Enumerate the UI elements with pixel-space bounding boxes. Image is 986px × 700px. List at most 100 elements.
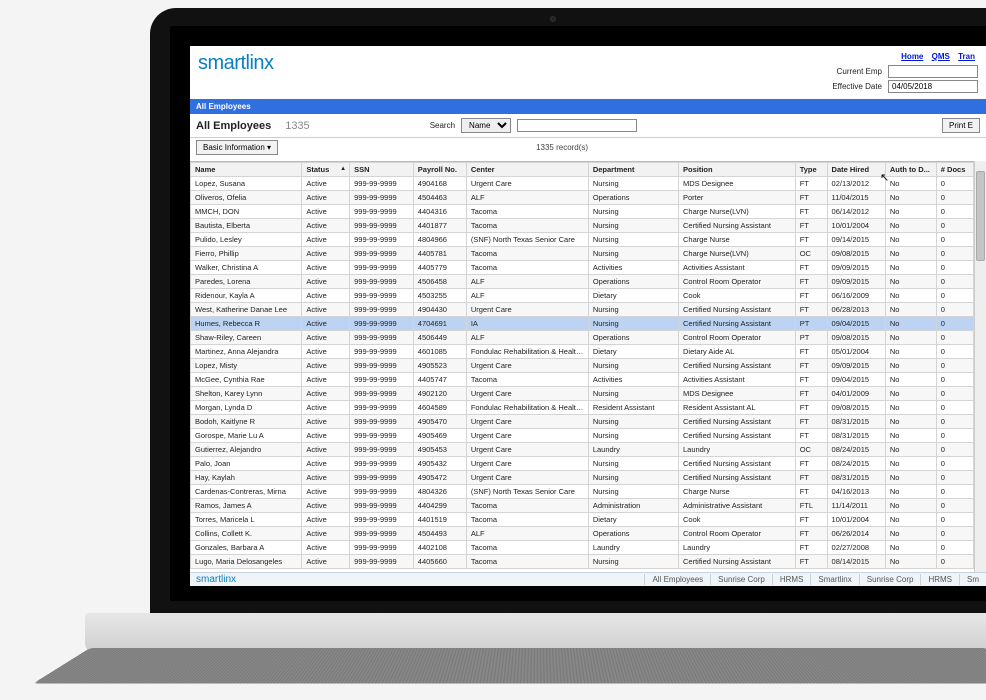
table-row[interactable]: Fierro, PhillipActive999-99-99994405781T… [191, 247, 974, 261]
col-header[interactable]: Payroll No. [413, 163, 466, 177]
scrollbar-thumb[interactable] [976, 171, 985, 261]
table-row[interactable]: Cardenas-Contreras, MirnaActive999-99-99… [191, 485, 974, 499]
cell-status: Active [302, 359, 350, 373]
crumb-item[interactable]: Sunrise Corp [710, 574, 772, 585]
table-row[interactable]: Oliveros, OfeliaActive999-99-99994504463… [191, 191, 974, 205]
basic-info-dropdown[interactable]: Basic Information ▾ [196, 140, 278, 155]
table-row[interactable]: McGee, Cynthia RaeActive999-99-999944057… [191, 373, 974, 387]
table-row[interactable]: Ramos, James AActive999-99-99994404299Ta… [191, 499, 974, 513]
cell-department: Laundry [588, 541, 678, 555]
vertical-scrollbar[interactable] [974, 161, 986, 572]
cell-center: Tacoma [466, 219, 588, 233]
cell-name: Pulido, Lesley [191, 233, 302, 247]
cell-status: Active [302, 485, 350, 499]
cell-department: Nursing [588, 415, 678, 429]
cell-hired: 06/16/2009 [827, 289, 885, 303]
cell-hired: 06/14/2012 [827, 205, 885, 219]
cell-type: FTL [795, 499, 827, 513]
nav-link-home[interactable]: Home [901, 52, 923, 61]
col-header[interactable]: Date Hired [827, 163, 885, 177]
col-header[interactable]: Name [191, 163, 302, 177]
table-row[interactable]: Hay, KaylahActive999-99-99994905472Urgen… [191, 471, 974, 485]
cell-name: Lopez, Susana [191, 177, 302, 191]
crumb-item[interactable]: HRMS [920, 574, 959, 585]
col-header[interactable]: # Docs [936, 163, 973, 177]
crumb-item[interactable]: Sm [959, 574, 986, 585]
cell-hired: 10/01/2004 [827, 219, 885, 233]
cell-position: MDS Designee [679, 177, 796, 191]
cell-type: FT [795, 513, 827, 527]
cell-position: Resident Assistant AL [679, 401, 796, 415]
print-button[interactable]: Print E [942, 118, 980, 133]
cell-hired: 09/09/2015 [827, 275, 885, 289]
table-row[interactable]: Lopez, SusanaActive999-99-99994904168Urg… [191, 177, 974, 191]
col-header[interactable]: Status▲ [302, 163, 350, 177]
cell-position: Certified Nursing Assistant [679, 471, 796, 485]
col-header[interactable]: Department [588, 163, 678, 177]
crumb-item[interactable]: Sunrise Corp [859, 574, 921, 585]
table-row[interactable]: Torres, Maricela LActive999-99-999944015… [191, 513, 974, 527]
cell-auth: No [885, 387, 936, 401]
table-row[interactable]: Collins, Collett K.Active999-99-99994504… [191, 527, 974, 541]
effective-date-input[interactable] [888, 80, 978, 93]
col-header[interactable]: Position [679, 163, 796, 177]
cell-hired: 02/13/2012 [827, 177, 885, 191]
search-type-select[interactable]: Name [461, 118, 511, 133]
table-row[interactable]: Lugo, Maria DelosangelesActive999-99-999… [191, 555, 974, 569]
table-row[interactable]: MMCH, DONActive999-99-99994404316TacomaN… [191, 205, 974, 219]
cell-center: Tacoma [466, 555, 588, 569]
nav-link-qms[interactable]: QMS [932, 52, 950, 61]
col-header[interactable]: Auth to D... [885, 163, 936, 177]
table-row[interactable]: Gonzales, Barbara AActive999-99-99994402… [191, 541, 974, 555]
cell-auth: No [885, 177, 936, 191]
cell-hired: 10/01/2004 [827, 513, 885, 527]
cell-name: Fierro, Phillip [191, 247, 302, 261]
table-row[interactable]: Walker, Christina AActive999-99-99994405… [191, 261, 974, 275]
cell-position: Dietary Aide AL [679, 345, 796, 359]
cell-type: FT [795, 359, 827, 373]
cell-type: FT [795, 457, 827, 471]
cell-position: Certified Nursing Assistant [679, 303, 796, 317]
table-row[interactable]: Shelton, Karey LynnActive999-99-99994902… [191, 387, 974, 401]
table-row[interactable]: Morgan, Lynda DActive999-99-99994604589F… [191, 401, 974, 415]
table-row[interactable]: Pulido, LesleyActive999-99-99994804966(S… [191, 233, 974, 247]
cell-payroll: 4902120 [413, 387, 466, 401]
col-header[interactable]: Center [466, 163, 588, 177]
col-header[interactable]: SSN [350, 163, 414, 177]
table-header-row: NameStatus▲SSNPayroll No.CenterDepartmen… [191, 163, 974, 177]
cell-status: Active [302, 289, 350, 303]
table-row[interactable]: Ridenour, Kayla AActive999-99-9999450325… [191, 289, 974, 303]
section-bar: All Employees [190, 99, 986, 114]
cell-auth: No [885, 219, 936, 233]
table-row[interactable]: Shaw-Riley, CareenActive999-99-999945064… [191, 331, 974, 345]
cell-name: Ramos, James A [191, 499, 302, 513]
current-emp-input[interactable] [888, 65, 978, 78]
table-row[interactable]: Bodoh, Kaitlyne RActive999-99-9999490547… [191, 415, 974, 429]
cell-type: FT [795, 303, 827, 317]
cell-type: FT [795, 219, 827, 233]
table-row[interactable]: Gutierrez, AlejandroActive999-99-9999490… [191, 443, 974, 457]
laptop-keyboard [33, 648, 986, 684]
table-row[interactable]: Humes, Rebecca RActive999-99-99994704691… [191, 317, 974, 331]
table-row[interactable]: West, Katherine Danae LeeActive999-99-99… [191, 303, 974, 317]
nav-link-tran[interactable]: Tran [958, 52, 975, 61]
crumb-item[interactable]: All Employees [644, 574, 710, 585]
table-row[interactable]: Martinez, Anna AlejandraActive999-99-999… [191, 345, 974, 359]
search-input[interactable] [517, 119, 637, 132]
col-header[interactable]: Type [795, 163, 827, 177]
laptop-hinge [85, 613, 986, 653]
cell-docs: 0 [936, 387, 973, 401]
table-row[interactable]: Palo, JoanActive999-99-99994905432Urgent… [191, 457, 974, 471]
cell-center: Urgent Care [466, 415, 588, 429]
table-row[interactable]: Paredes, LorenaActive999-99-99994506458A… [191, 275, 974, 289]
cell-department: Nursing [588, 317, 678, 331]
table-row[interactable]: Lopez, MistyActive999-99-99994905523Urge… [191, 359, 974, 373]
crumb-item[interactable]: Smartlinx [810, 574, 858, 585]
table-row[interactable]: Gorospe, Marie Lu AActive999-99-99994905… [191, 429, 974, 443]
cell-position: Porter [679, 191, 796, 205]
crumb-item[interactable]: HRMS [772, 574, 811, 585]
cell-name: Gorospe, Marie Lu A [191, 429, 302, 443]
table-row[interactable]: Bautista, ElbertaActive999-99-9999440187… [191, 219, 974, 233]
cell-name: MMCH, DON [191, 205, 302, 219]
cell-type: FT [795, 233, 827, 247]
